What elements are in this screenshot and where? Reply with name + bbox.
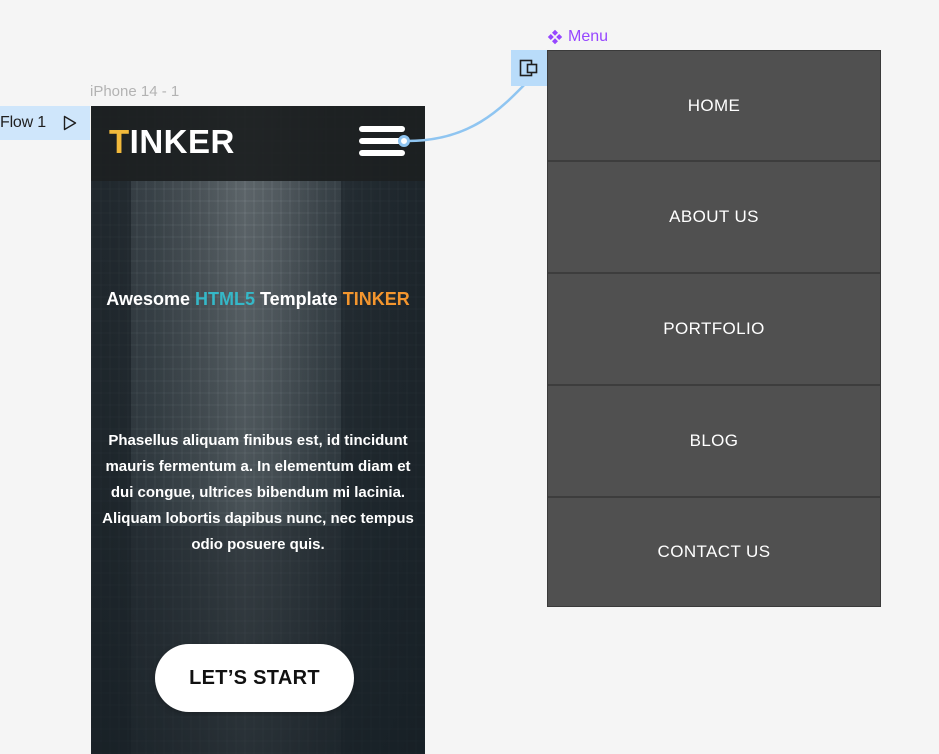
- menu-item-label: BLOG: [689, 431, 739, 450]
- site-logo[interactable]: TINKER: [109, 123, 235, 161]
- headline-text-2: Template: [255, 289, 343, 309]
- logo-accent-letter: T: [109, 123, 130, 160]
- frame-destination-icon[interactable]: [511, 50, 547, 86]
- building-shape: [131, 526, 341, 754]
- site-header: TINKER: [91, 106, 425, 181]
- hero-body-text: Phasellus aliquam finibus est, id tincid…: [102, 432, 414, 553]
- menu-item-blog[interactable]: BLOG: [548, 386, 880, 498]
- headline-html5: HTML5: [195, 289, 255, 309]
- menu-item-label: HOME: [687, 95, 741, 115]
- component-name: Menu: [568, 28, 609, 45]
- menu-component[interactable]: HOME ABOUT US PORTFOLIO BLOG CONTACT US: [547, 50, 881, 607]
- phone-frame[interactable]: TINKER Awesome HTML5 Template TINKER Pha…: [91, 106, 425, 754]
- logo-text: INKER: [129, 123, 235, 160]
- menu-item-portfolio[interactable]: PORTFOLIO: [548, 274, 880, 386]
- connection-node[interactable]: [398, 135, 410, 147]
- menu-item-label: PORTFOLIO: [663, 319, 765, 338]
- component-label[interactable]: Menu: [547, 28, 608, 46]
- frame-label[interactable]: iPhone 14 - 1: [90, 83, 179, 100]
- menu-item-label: ABOUT US: [669, 207, 759, 226]
- hero-headline: Awesome HTML5 Template TINKER: [91, 289, 425, 310]
- play-icon[interactable]: [63, 115, 77, 131]
- menu-item-label: CONTACT US: [657, 542, 771, 561]
- flow-label: Flow 1: [0, 114, 46, 131]
- design-canvas: Flow 1 iPhone 14 - 1 TINKER Awesome HTML…: [0, 0, 939, 754]
- flow-start-tag[interactable]: Flow 1: [0, 106, 90, 140]
- component-diamond-icon: [547, 29, 563, 45]
- headline-tinker: TINKER: [342, 289, 410, 309]
- lets-start-button[interactable]: LET’S START: [155, 644, 354, 712]
- menu-item-contact-us[interactable]: CONTACT US: [548, 498, 880, 606]
- headline-text: Awesome: [106, 289, 195, 309]
- menu-item-about-us[interactable]: ABOUT US: [548, 162, 880, 274]
- menu-item-home[interactable]: HOME: [548, 51, 880, 162]
